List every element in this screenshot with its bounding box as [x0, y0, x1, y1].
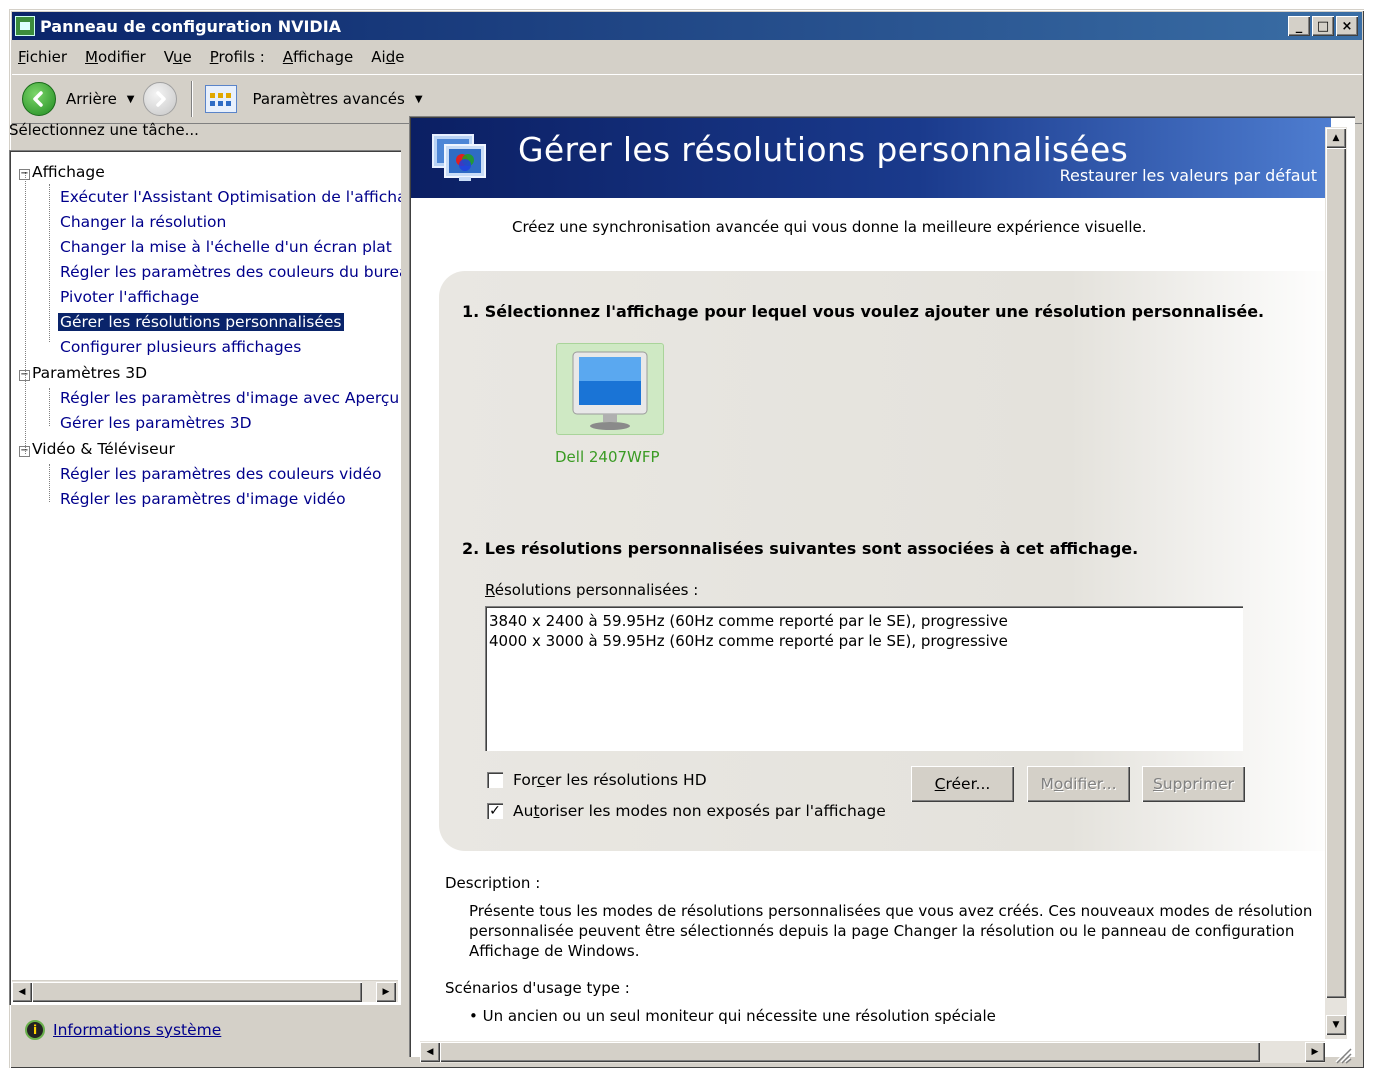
view-grid-icon[interactable] [204, 85, 237, 113]
tree-node-video[interactable]: − Vidéo & Téléviseur [19, 440, 175, 458]
system-info-label[interactable]: Informations système [53, 1021, 221, 1039]
tree-item-couleurs-video[interactable]: Régler les paramètres des couleurs vidéo [60, 465, 382, 483]
advanced-dropdown-arrow-icon[interactable]: ▼ [415, 94, 423, 105]
settings-panel: 1. Sélectionnez l'affichage pour lequel … [439, 271, 1339, 851]
resolution-item[interactable]: 3840 x 2400 à 59.95Hz (60Hz comme report… [489, 611, 1239, 631]
tree-item-changer-resolution[interactable]: Changer la résolution [60, 213, 226, 231]
tree-horizontal-scrollbar[interactable]: ◀ ▶ [12, 980, 398, 1002]
content-horizontal-scrollbar[interactable]: ◀ ▶ [420, 1041, 1325, 1063]
restore-defaults-link[interactable]: Restaurer les valeurs par défaut [1060, 166, 1317, 185]
scroll-down-icon[interactable]: ▼ [1326, 1015, 1346, 1035]
back-dropdown-arrow-icon[interactable]: ▼ [127, 94, 135, 105]
tree-item-gerer-3d[interactable]: Gérer les paramètres 3D [60, 414, 252, 432]
tree-item-couleurs-bureau[interactable]: Régler les paramètres des couleurs du bu… [60, 263, 401, 281]
task-tree[interactable]: − Affichage Exécuter l'Assistant Optimisa… [9, 150, 401, 1005]
scroll-right-icon[interactable]: ▶ [376, 982, 396, 1002]
step1-heading: 1. Sélectionnez l'affichage pour lequel … [462, 302, 1265, 321]
menu-profils[interactable]: Profils : [210, 48, 265, 66]
usage-label: Scénarios d'usage type : [445, 979, 630, 997]
page-title: Gérer les résolutions personnalisées [518, 130, 1129, 169]
modify-button[interactable]: Mo difier... [1027, 766, 1130, 802]
menu-vue[interactable]: Vue [164, 48, 192, 66]
scroll-up-icon[interactable]: ▲ [1326, 128, 1346, 148]
collapse-icon[interactable]: − [19, 446, 30, 457]
menu-fichier[interactable]: Fichier [18, 48, 67, 66]
title-bar[interactable]: Panneau de configuration NVIDIA _ □ × [12, 12, 1362, 40]
tree-item-mise-echelle[interactable]: Changer la mise à l'échelle d'un écran p… [60, 238, 392, 256]
force-hd-checkbox-row[interactable]: Forcer les résolutions HD [487, 771, 707, 789]
window-title: Panneau de configuration NVIDIA [40, 16, 342, 36]
description-label: Description : [445, 874, 541, 892]
tree-item-resolutions-personnalisees[interactable]: Gérer les résolutions personnalisées [58, 313, 344, 331]
minimize-button[interactable]: _ [1288, 16, 1310, 36]
monitor-name[interactable]: Dell 2407WFP [555, 448, 660, 466]
nvidia-app-icon [15, 16, 35, 36]
advanced-settings-label[interactable]: Paramètres avancés [253, 90, 405, 108]
page-banner: Gérer les résolutions personnalisées Res… [411, 118, 1331, 198]
back-arrow-icon[interactable] [22, 82, 56, 116]
resolution-item[interactable]: 4000 x 3000 à 59.95Hz (60Hz comme report… [489, 631, 1239, 651]
display-settings-icon [432, 134, 486, 181]
toolbar-separator [190, 81, 193, 117]
horizontal-scroll-thumb[interactable] [440, 1042, 1260, 1062]
delete-button[interactable]: Supprimer [1142, 766, 1245, 802]
force-hd-checkbox[interactable] [487, 772, 503, 788]
tree-item-plusieurs-affichages[interactable]: Configurer plusieurs affichages [60, 338, 301, 356]
menu-affichage[interactable]: Affichage [283, 48, 353, 66]
tree-node-affichage[interactable]: − Affichage [19, 163, 105, 181]
allow-modes-checkbox-row[interactable]: ✓ Autoriser les modes non exposés par l'… [487, 802, 886, 820]
collapse-icon[interactable]: − [19, 169, 30, 180]
allow-modes-checkbox[interactable]: ✓ [487, 803, 503, 819]
tree-item-image-video[interactable]: Régler les paramètres d'image vidéo [60, 490, 346, 508]
menu-bar: Fichier Modifier Vue Profils : Affichage… [12, 42, 1362, 72]
tree-item-assistant[interactable]: Exécuter l'Assistant Optimisation de l'a… [60, 188, 401, 206]
description-text: Présente tous les modes de résolutions p… [469, 902, 1313, 960]
maximize-button[interactable]: □ [1312, 16, 1334, 36]
intro-text: Créez une synchronisation avancée qui vo… [512, 218, 1147, 236]
scroll-left-icon[interactable]: ◀ [420, 1042, 440, 1062]
task-pane-header: Sélectionnez une tâche... [9, 121, 199, 139]
tree-item-pivoter[interactable]: Pivoter l'affichage [60, 288, 199, 306]
vertical-scroll-thumb[interactable] [1326, 148, 1346, 998]
allow-modes-label[interactable]: Autoriser les modes non exposés par l'af… [513, 802, 886, 820]
collapse-icon[interactable]: − [19, 370, 30, 381]
create-button[interactable]: Créer... [911, 766, 1014, 802]
resolutions-listbox[interactable]: 3840 x 2400 à 59.95Hz (60Hz comme report… [485, 606, 1243, 751]
monitor-tile[interactable] [556, 343, 664, 435]
content-vertical-scrollbar[interactable]: ▲ ▼ [1325, 127, 1347, 1039]
scroll-left-icon[interactable]: ◀ [12, 982, 32, 1002]
scroll-right-icon[interactable]: ▶ [1305, 1042, 1325, 1062]
monitor-icon [572, 351, 648, 430]
resolutions-list-label: Résolutions personnalisées : [485, 581, 699, 599]
force-hd-label[interactable]: Forcer les résolutions HD [513, 771, 707, 789]
content-pane: Gérer les résolutions personnalisées Res… [409, 116, 1355, 1057]
usage-item: • Un ancien ou un seul moniteur qui néce… [469, 1007, 996, 1025]
tree-node-parametres-3d[interactable]: − Paramètres 3D [19, 364, 147, 382]
info-icon: i [25, 1020, 45, 1040]
back-button-label[interactable]: Arrière [66, 90, 117, 108]
menu-aide[interactable]: Aide [371, 48, 404, 66]
tree-item-image-apercu[interactable]: Régler les paramètres d'image avec Aperç… [60, 389, 399, 407]
close-button[interactable]: × [1336, 16, 1358, 36]
system-info-link[interactable]: i Informations système [25, 1020, 221, 1040]
step2-heading: 2. Les résolutions personnalisées suivan… [462, 539, 1139, 558]
menu-modifier[interactable]: Modifier [85, 48, 146, 66]
scroll-thumb[interactable] [32, 982, 362, 1002]
forward-arrow-icon[interactable] [142, 82, 177, 116]
resize-grip-icon[interactable] [1330, 1044, 1352, 1064]
